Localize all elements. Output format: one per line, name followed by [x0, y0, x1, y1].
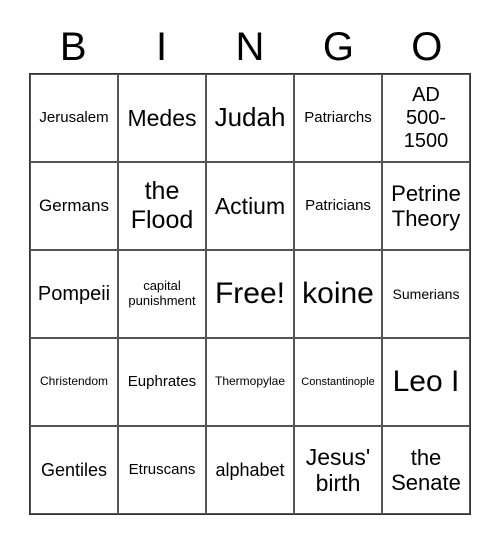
bingo-cell[interactable]: Christendom — [30, 338, 118, 426]
bingo-cell[interactable]: koine — [294, 250, 382, 338]
bingo-cell[interactable]: AD 500-1500 — [382, 74, 470, 162]
bingo-cell[interactable]: Germans — [30, 162, 118, 250]
header-letter-n: N — [235, 25, 265, 69]
bingo-cell[interactable]: Constantinople — [294, 338, 382, 426]
bingo-cell[interactable]: Thermopylae — [206, 338, 294, 426]
bingo-cell[interactable]: the Flood — [118, 162, 206, 250]
bingo-cell[interactable]: Etruscans — [118, 426, 206, 514]
bingo-cell[interactable]: Gentiles — [30, 426, 118, 514]
header-letter-o: O — [411, 25, 443, 69]
bingo-cell[interactable]: Actium — [206, 162, 294, 250]
free-space-cell[interactable]: Free! — [206, 250, 294, 338]
bingo-cell[interactable]: Euphrates — [118, 338, 206, 426]
bingo-cell[interactable]: Jerusalem — [30, 74, 118, 162]
bingo-cell[interactable]: Sumerians — [382, 250, 470, 338]
header-letter-g: G — [322, 25, 354, 69]
bingo-cell[interactable]: Pompeii — [30, 250, 118, 338]
bingo-grid: Jerusalem Medes Judah Patriarchs AD 500-… — [29, 73, 471, 515]
bingo-cell[interactable]: the Senate — [382, 426, 470, 514]
bingo-cell[interactable]: Judah — [206, 74, 294, 162]
bingo-cell[interactable]: Jesus' birth — [294, 426, 382, 514]
bingo-cell[interactable]: Leo I — [382, 338, 470, 426]
bingo-cell[interactable]: Patriarchs — [294, 74, 382, 162]
header-letter-b: B — [59, 25, 87, 69]
bingo-cell[interactable]: Medes — [118, 74, 206, 162]
header-letter-i: I — [156, 25, 168, 69]
bingo-cell[interactable]: alphabet — [206, 426, 294, 514]
bingo-cell[interactable]: Petrine Theory — [382, 162, 470, 250]
bingo-cell[interactable]: Patricians — [294, 162, 382, 250]
bingo-header: B I N G O — [29, 22, 471, 72]
bingo-cell[interactable]: capital punishment — [118, 250, 206, 338]
